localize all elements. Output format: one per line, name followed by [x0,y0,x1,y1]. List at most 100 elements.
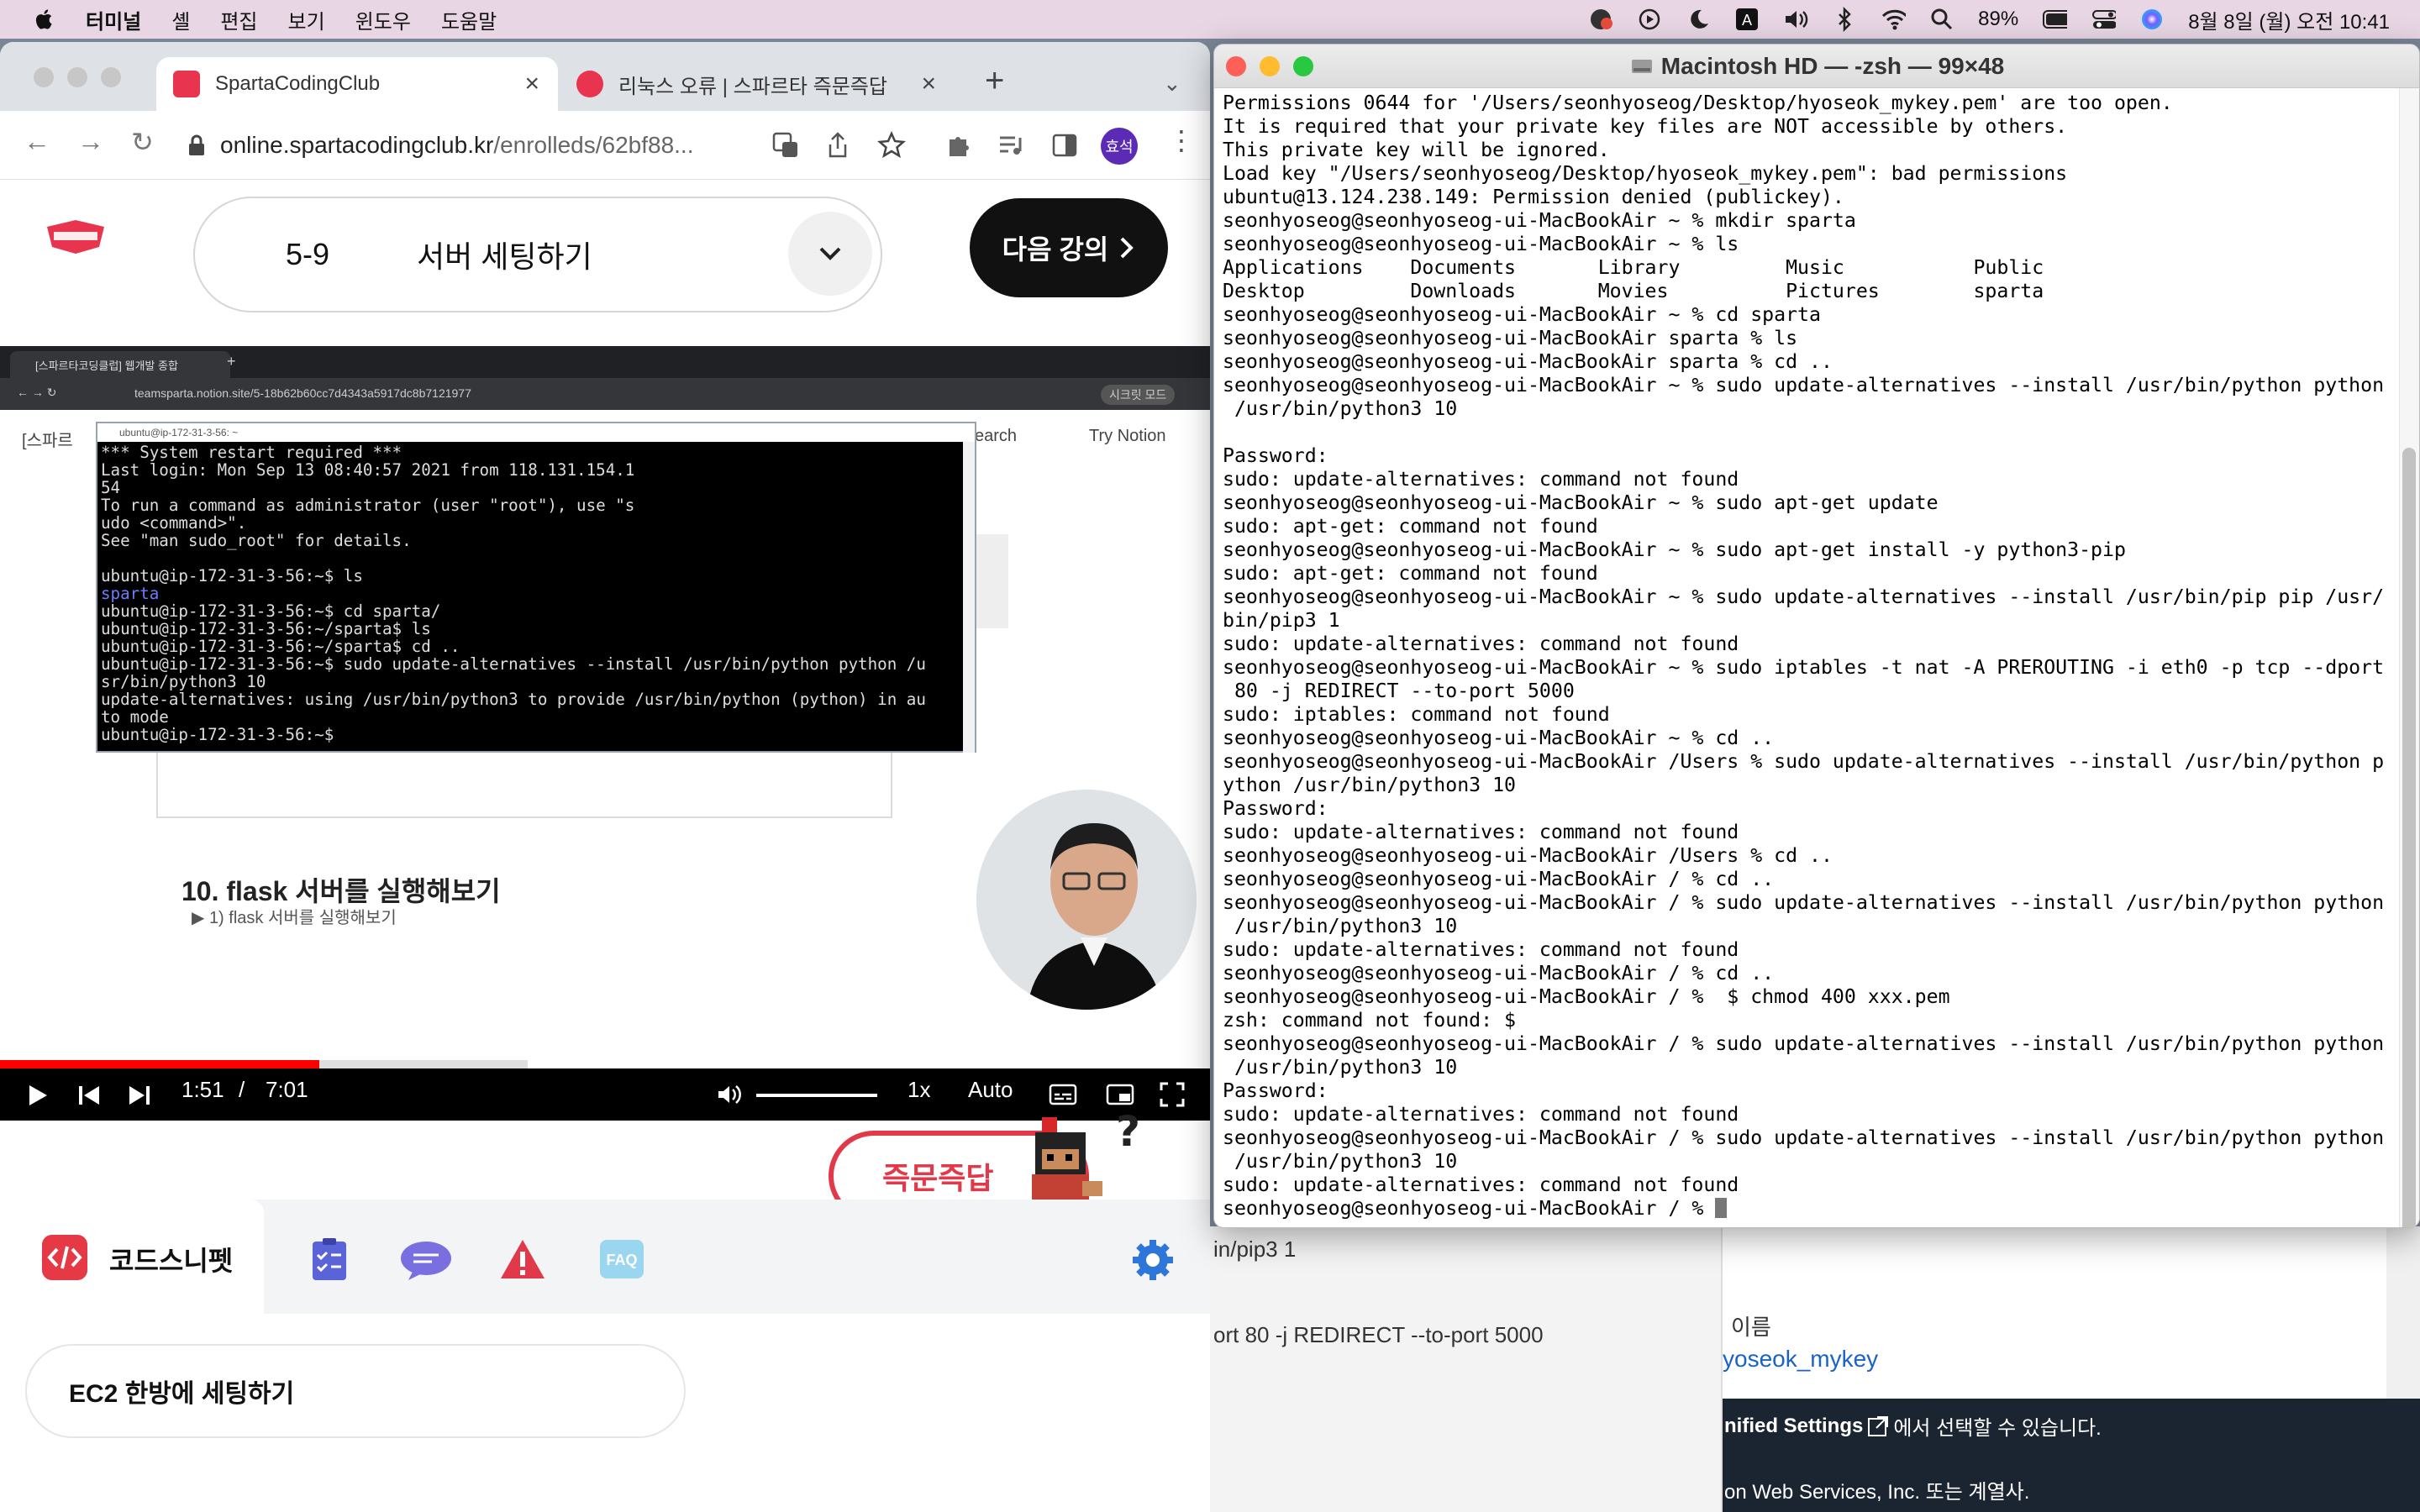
window-zoom-button[interactable] [101,67,121,87]
menu-bar: 터미널 셸 편집 보기 윈도우 도움말 A 89% 8월 8일 (월) 오전 1… [0,0,2420,39]
url-path: /enrolleds/62bf88... [493,132,694,158]
bookmark-star-icon[interactable] [877,131,906,160]
background-key-link[interactable]: yoseok_mykey [1723,1346,1878,1373]
terminal-scroll-thumb[interactable] [2402,448,2416,1227]
menu-shell[interactable]: 셸 [171,5,190,34]
putty-line: update-alternatives: using /usr/bin/pyth… [101,690,926,709]
svg-text:A: A [1742,12,1752,29]
control-center-icon[interactable] [2091,7,2117,32]
menubar-clock[interactable]: 8월 8일 (월) 오전 10:41 [2188,5,2390,34]
video-progress-played[interactable] [0,1060,319,1068]
unified-settings-text: 에서 선택할 수 있습니다. [1893,1417,2102,1440]
skip-back-icon[interactable] [77,1084,101,1107]
background-scrollbar[interactable] [2386,1226,2420,1399]
instructor-face-image [976,790,1197,1010]
volume-icon[interactable] [1783,7,1808,32]
unified-settings-link[interactable]: nified Settings [1724,1415,1863,1438]
warning-icon[interactable] [499,1236,546,1284]
browser-tab-sparta[interactable]: SpartaCodingClub × [156,57,558,111]
profile-avatar[interactable]: 효석 [1101,128,1138,165]
tab-close-icon[interactable]: × [921,70,936,98]
extensions-icon[interactable] [944,131,973,160]
terminal-line: /usr/bin/python3 10 [1223,915,1458,937]
menu-view[interactable]: 보기 [288,5,325,34]
background-unified-settings: nified Settings 에서 선택할 수 있습니다. [1724,1411,2102,1441]
terminal-prompt[interactable]: seonhyoseog@seonhyoseog-ui-MacBookAir / … [1223,1197,2399,1221]
putty-line [101,549,966,567]
reload-icon[interactable]: ↻ [131,126,154,158]
tab-close-icon[interactable]: × [524,70,539,98]
terminal-line: 80 -j REDIRECT --to-port 5000 [1223,680,1575,702]
quality-button[interactable]: Auto [968,1077,1013,1103]
play-icon[interactable] [1637,7,1662,32]
browser-tab-linux-error[interactable]: 리눅스 오류 | 스파르타 즉문즉답 × [568,57,955,111]
menu-app-terminal[interactable]: 터미널 [86,5,141,34]
translate-icon[interactable] [771,131,800,160]
search-icon[interactable] [1929,7,1954,32]
fullscreen-icon[interactable] [1160,1082,1185,1107]
terminal-line: Desktop Downloads Movies Pictures sparta [1223,280,2044,302]
address-bar[interactable]: online.spartacodingclub.kr/enrolleds/62b… [182,123,765,168]
terminal-line: seonhyoseog@seonhyoseog-ui-MacBookAir / … [1223,868,1775,890]
media-control-icon[interactable] [997,131,1025,160]
tab-title: SpartaCodingClub [215,72,381,95]
volume-slider[interactable] [756,1094,877,1097]
window-close-button[interactable] [34,67,54,87]
playback-speed-button[interactable]: 1x [908,1077,930,1103]
menu-window[interactable]: 윈도우 [355,5,411,34]
code-icon [42,1235,87,1280]
course-page: 5-9 서버 세팅하기 다음 강의 [스파르타코딩클럽] 웹개발 종합 + ← … [0,180,1210,1512]
share-icon[interactable] [823,131,852,160]
apple-icon[interactable] [32,7,57,32]
play-icon[interactable] [27,1084,49,1107]
browser-menu-icon[interactable]: ⋮ [1168,124,1195,156]
skip-forward-icon[interactable] [128,1084,151,1107]
putty-line: ubuntu@ip-172-31-3-56:~/sparta$ ls [101,619,431,638]
terminal-line: sudo: update-alternatives: command not f… [1223,821,1739,843]
terminal-titlebar[interactable]: Macintosh HD — -zsh — 99×48 [1214,45,2419,88]
menu-help[interactable]: 도움말 [441,5,497,34]
bluetooth-icon[interactable] [1832,7,1857,32]
terminal-line: seonhyoseog@seonhyoseog-ui-MacBookAir /U… [1223,750,2385,773]
sparta-logo[interactable] [44,217,108,257]
chat-icon[interactable] [398,1236,454,1284]
terminal-line: seonhyoseog@seonhyoseog-ui-MacBookAir ~ … [1223,656,2385,679]
lesson-selector[interactable]: 5-9 서버 세팅하기 [193,197,882,312]
input-source-icon[interactable]: A [1734,7,1760,32]
chevron-down-icon[interactable] [788,212,872,296]
siri-icon[interactable] [2139,7,2165,32]
terminal-line: sudo: update-alternatives: command not f… [1223,468,1739,491]
putty-line: ubuntu@ip-172-31-3-56:~$ sudo update-alt… [101,654,926,674]
new-tab-icon[interactable]: + [985,62,1004,100]
side-panel-icon[interactable] [1050,131,1079,160]
back-arrow-icon[interactable]: ← [24,126,50,157]
moon-icon[interactable] [1686,7,1711,32]
terminal-line: zsh: command not found: $ [1223,1009,1517,1032]
terminal-line: This private key will be ignored. [1223,139,1610,161]
terminal-line: sudo: iptables: command not found [1223,703,1610,726]
window-minimize-button[interactable] [67,67,87,87]
terminal-line: ubuntu@13.124.238.149: Permission denied… [1223,186,1844,208]
next-lesson-button[interactable]: 다음 강의 [970,198,1168,297]
wifi-icon[interactable] [1881,7,1907,32]
background-text-redirect: ort 80 -j REDIRECT --to-port 5000 [1213,1322,1544,1347]
forward-arrow-icon[interactable]: → [77,126,104,157]
terminal-line: seonhyoseog@seonhyoseog-ui-MacBookAir ~ … [1223,374,2385,396]
menu-edit[interactable]: 편집 [220,5,257,34]
terminal-output[interactable]: Permissions 0644 for '/Users/seonhyoseog… [1223,92,2399,1221]
putty-line: to mode [101,707,169,727]
faq-icon[interactable]: FAQ [598,1236,645,1284]
volume-icon[interactable] [716,1082,744,1107]
background-name-label: 이름 [1731,1315,1771,1340]
tab-search-chevron-icon[interactable]: ⌄ [1163,71,1181,97]
terminal-line: It is required that your private key fil… [1223,115,2068,138]
notification-badge-icon[interactable] [1588,7,1613,32]
settings-gear-icon[interactable] [1129,1236,1176,1284]
sparta-favicon-icon [173,71,200,97]
snippet-item-ec2[interactable]: EC2 한방에 세팅하기 [25,1344,686,1438]
battery-icon[interactable] [2042,7,2068,32]
checklist-icon[interactable] [306,1236,353,1284]
terminal-title: Macintosh HD — -zsh — 99×48 [1214,45,2419,88]
video-player[interactable]: [스파르타코딩클럽] 웹개발 종합 + ← → ↻ teamsparta.not… [0,346,1210,1025]
putty-line: See "man sudo_root" for details. [101,531,412,550]
